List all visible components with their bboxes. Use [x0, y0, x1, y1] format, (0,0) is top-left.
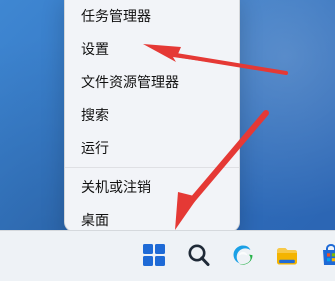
menu-item-label: 运行 — [81, 141, 109, 157]
menu-item-label: 桌面 — [81, 213, 109, 229]
menu-item-label: 任务管理器 — [81, 9, 151, 25]
search-icon[interactable] — [184, 241, 212, 269]
menu-item-settings[interactable]: 设置 — [65, 34, 239, 64]
menu-item-shutdown-signout[interactable]: 关机或注销 — [65, 172, 239, 202]
menu-divider — [65, 167, 239, 168]
menu-item-label: 搜索 — [81, 108, 109, 124]
start-context-menu: 任务管理器 设置 文件资源管理器 搜索 运行 关机或注销 桌面 — [64, 0, 240, 232]
menu-item-task-manager[interactable]: 任务管理器 — [65, 1, 239, 31]
file-explorer-icon[interactable] — [273, 241, 301, 269]
menu-item-file-explorer[interactable]: 文件资源管理器 — [65, 67, 239, 97]
menu-item-desktop[interactable]: 桌面 — [65, 205, 239, 231]
start-icon[interactable] — [140, 241, 168, 269]
store-icon[interactable] — [317, 241, 335, 269]
menu-item-run[interactable]: 运行 — [65, 133, 239, 163]
taskbar — [0, 230, 335, 281]
menu-item-label: 关机或注销 — [81, 180, 151, 196]
edge-icon[interactable] — [229, 241, 257, 269]
menu-item-search[interactable]: 搜索 — [65, 100, 239, 130]
menu-item-label: 设置 — [81, 42, 109, 58]
menu-item-label: 文件资源管理器 — [81, 75, 179, 91]
